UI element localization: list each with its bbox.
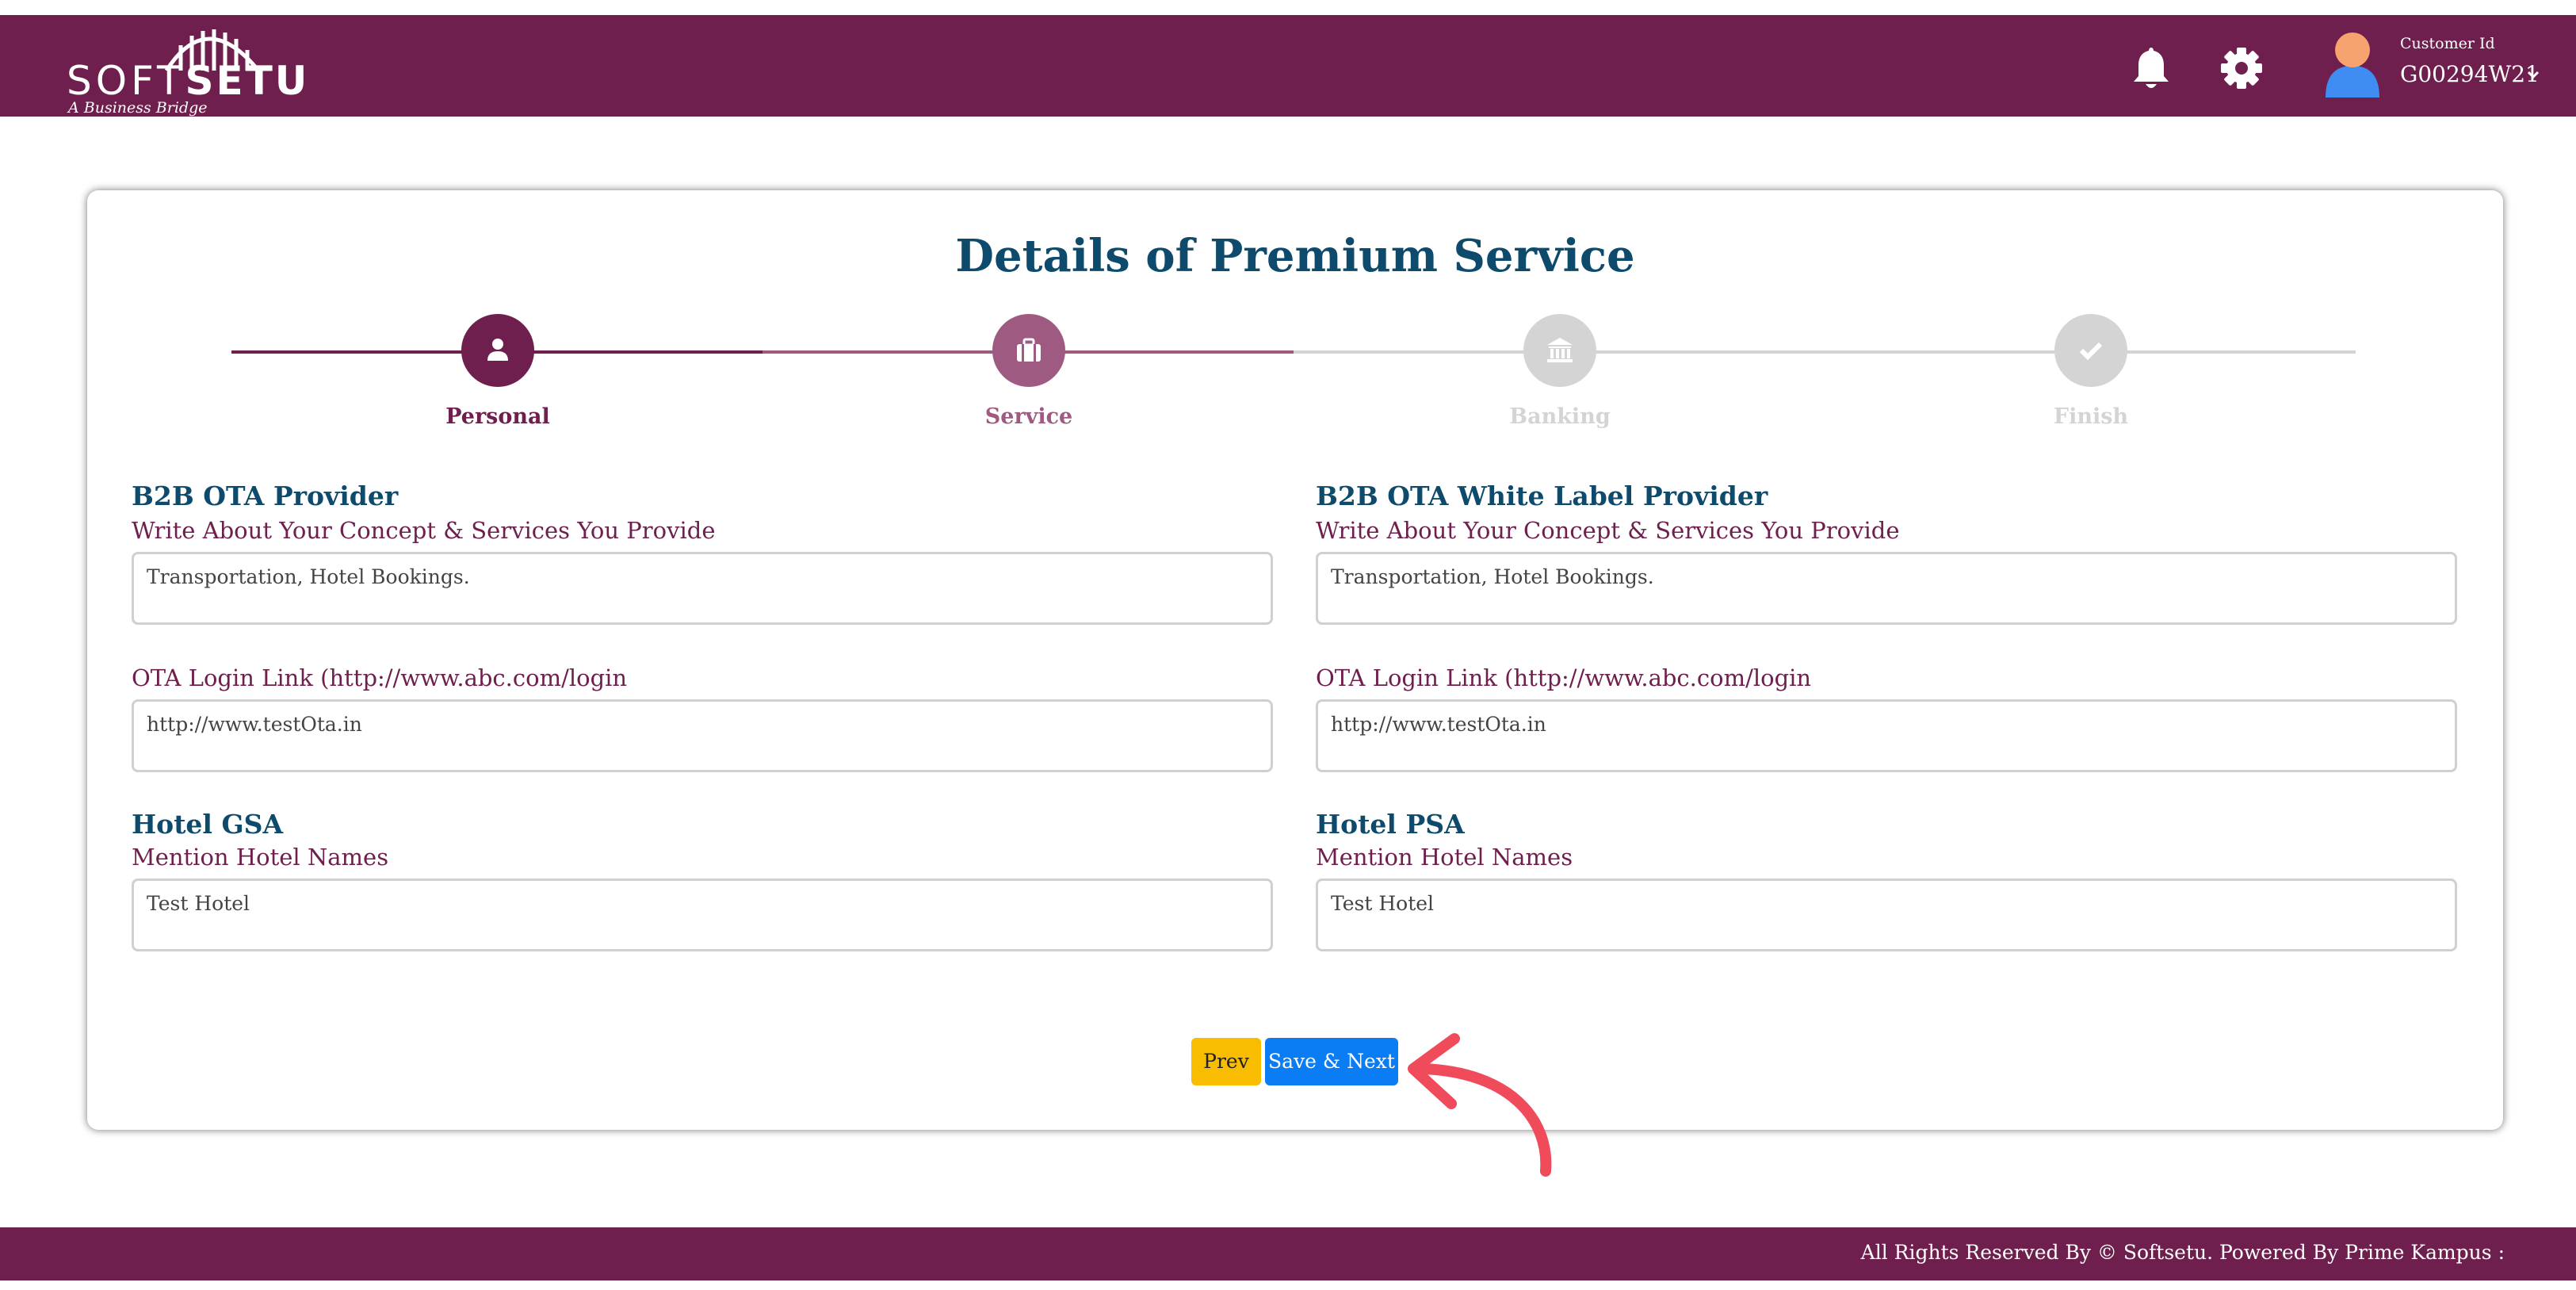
chevron-down-icon[interactable]	[2526, 69, 2540, 80]
b2b-ota-concept-label: Write About Your Concept & Services You …	[132, 517, 716, 544]
step-personal-label: Personal	[445, 404, 550, 429]
b2b-white-concept-label: Write About Your Concept & Services You …	[1316, 517, 1900, 544]
b2b-white-login-label: OTA Login Link (http://www.abc.com/login	[1316, 664, 1812, 691]
step-service-label: Service	[984, 404, 1073, 429]
bell-icon[interactable]	[2129, 44, 2173, 92]
b2b-white-label-title: B2B OTA White Label Provider	[1316, 480, 1768, 511]
step-personal[interactable]	[461, 314, 534, 387]
customer-id-label: Customer Id	[2400, 35, 2495, 52]
step-service[interactable]	[992, 314, 1065, 387]
hotel-gsa-title: Hotel GSA	[132, 809, 284, 840]
bank-icon	[1547, 338, 1573, 362]
prev-button[interactable]: Prev	[1191, 1038, 1261, 1085]
footer-copyright: All Rights Reserved By © Softsetu. Power…	[1860, 1241, 2505, 1264]
b2b-ota-login-input[interactable]: http://www.testOta.in	[132, 699, 1273, 772]
user-icon	[487, 339, 508, 361]
b2b-ota-login-label: OTA Login Link (http://www.abc.com/login	[132, 664, 628, 691]
premium-service-card: Details of Premium Service Personal Serv…	[87, 190, 2503, 1130]
b2b-white-login-input[interactable]: http://www.testOta.in	[1316, 699, 2457, 772]
hotel-psa-label: Mention Hotel Names	[1316, 844, 1573, 871]
hotel-gsa-textarea[interactable]: Test Hotel	[132, 879, 1273, 951]
customer-id-dropdown[interactable]: G00294W21	[2400, 61, 2540, 87]
step-finish[interactable]	[2054, 314, 2127, 387]
hotel-gsa-label: Mention Hotel Names	[132, 844, 389, 871]
hotel-psa-title: Hotel PSA	[1316, 809, 1465, 840]
page-title: Details of Premium Service	[955, 230, 1635, 282]
step-banking-label: Banking	[1509, 404, 1611, 429]
logo-wordmark: SOFTSETU	[67, 58, 310, 104]
save-next-button[interactable]: Save & Next	[1265, 1038, 1398, 1085]
b2b-ota-provider-title: B2B OTA Provider	[132, 480, 399, 511]
footer-bar: All Rights Reserved By © Softsetu. Power…	[0, 1227, 2576, 1280]
stepper-track-pending	[1294, 350, 2356, 354]
b2b-white-concept-textarea[interactable]: Transportation, Hotel Bookings.	[1316, 552, 2457, 625]
step-banking[interactable]	[1523, 314, 1596, 387]
step-finish-label: Finish	[2053, 404, 2129, 429]
top-navbar: SOFTSETU A Business Bridge Customer Id G…	[0, 15, 2576, 117]
b2b-ota-concept-textarea[interactable]: Transportation, Hotel Bookings.	[132, 552, 1273, 625]
check-icon	[2079, 342, 2103, 361]
user-avatar[interactable]	[2314, 26, 2391, 102]
hotel-psa-textarea[interactable]: Test Hotel	[1316, 879, 2457, 951]
logo-tagline: A Business Bridge	[68, 99, 208, 117]
gear-icon[interactable]	[2219, 44, 2264, 92]
softsetu-logo[interactable]: SOFTSETU A Business Bridge	[67, 20, 307, 117]
annotation-arrow-icon	[1408, 1033, 1552, 1177]
briefcase-icon	[1017, 338, 1041, 362]
